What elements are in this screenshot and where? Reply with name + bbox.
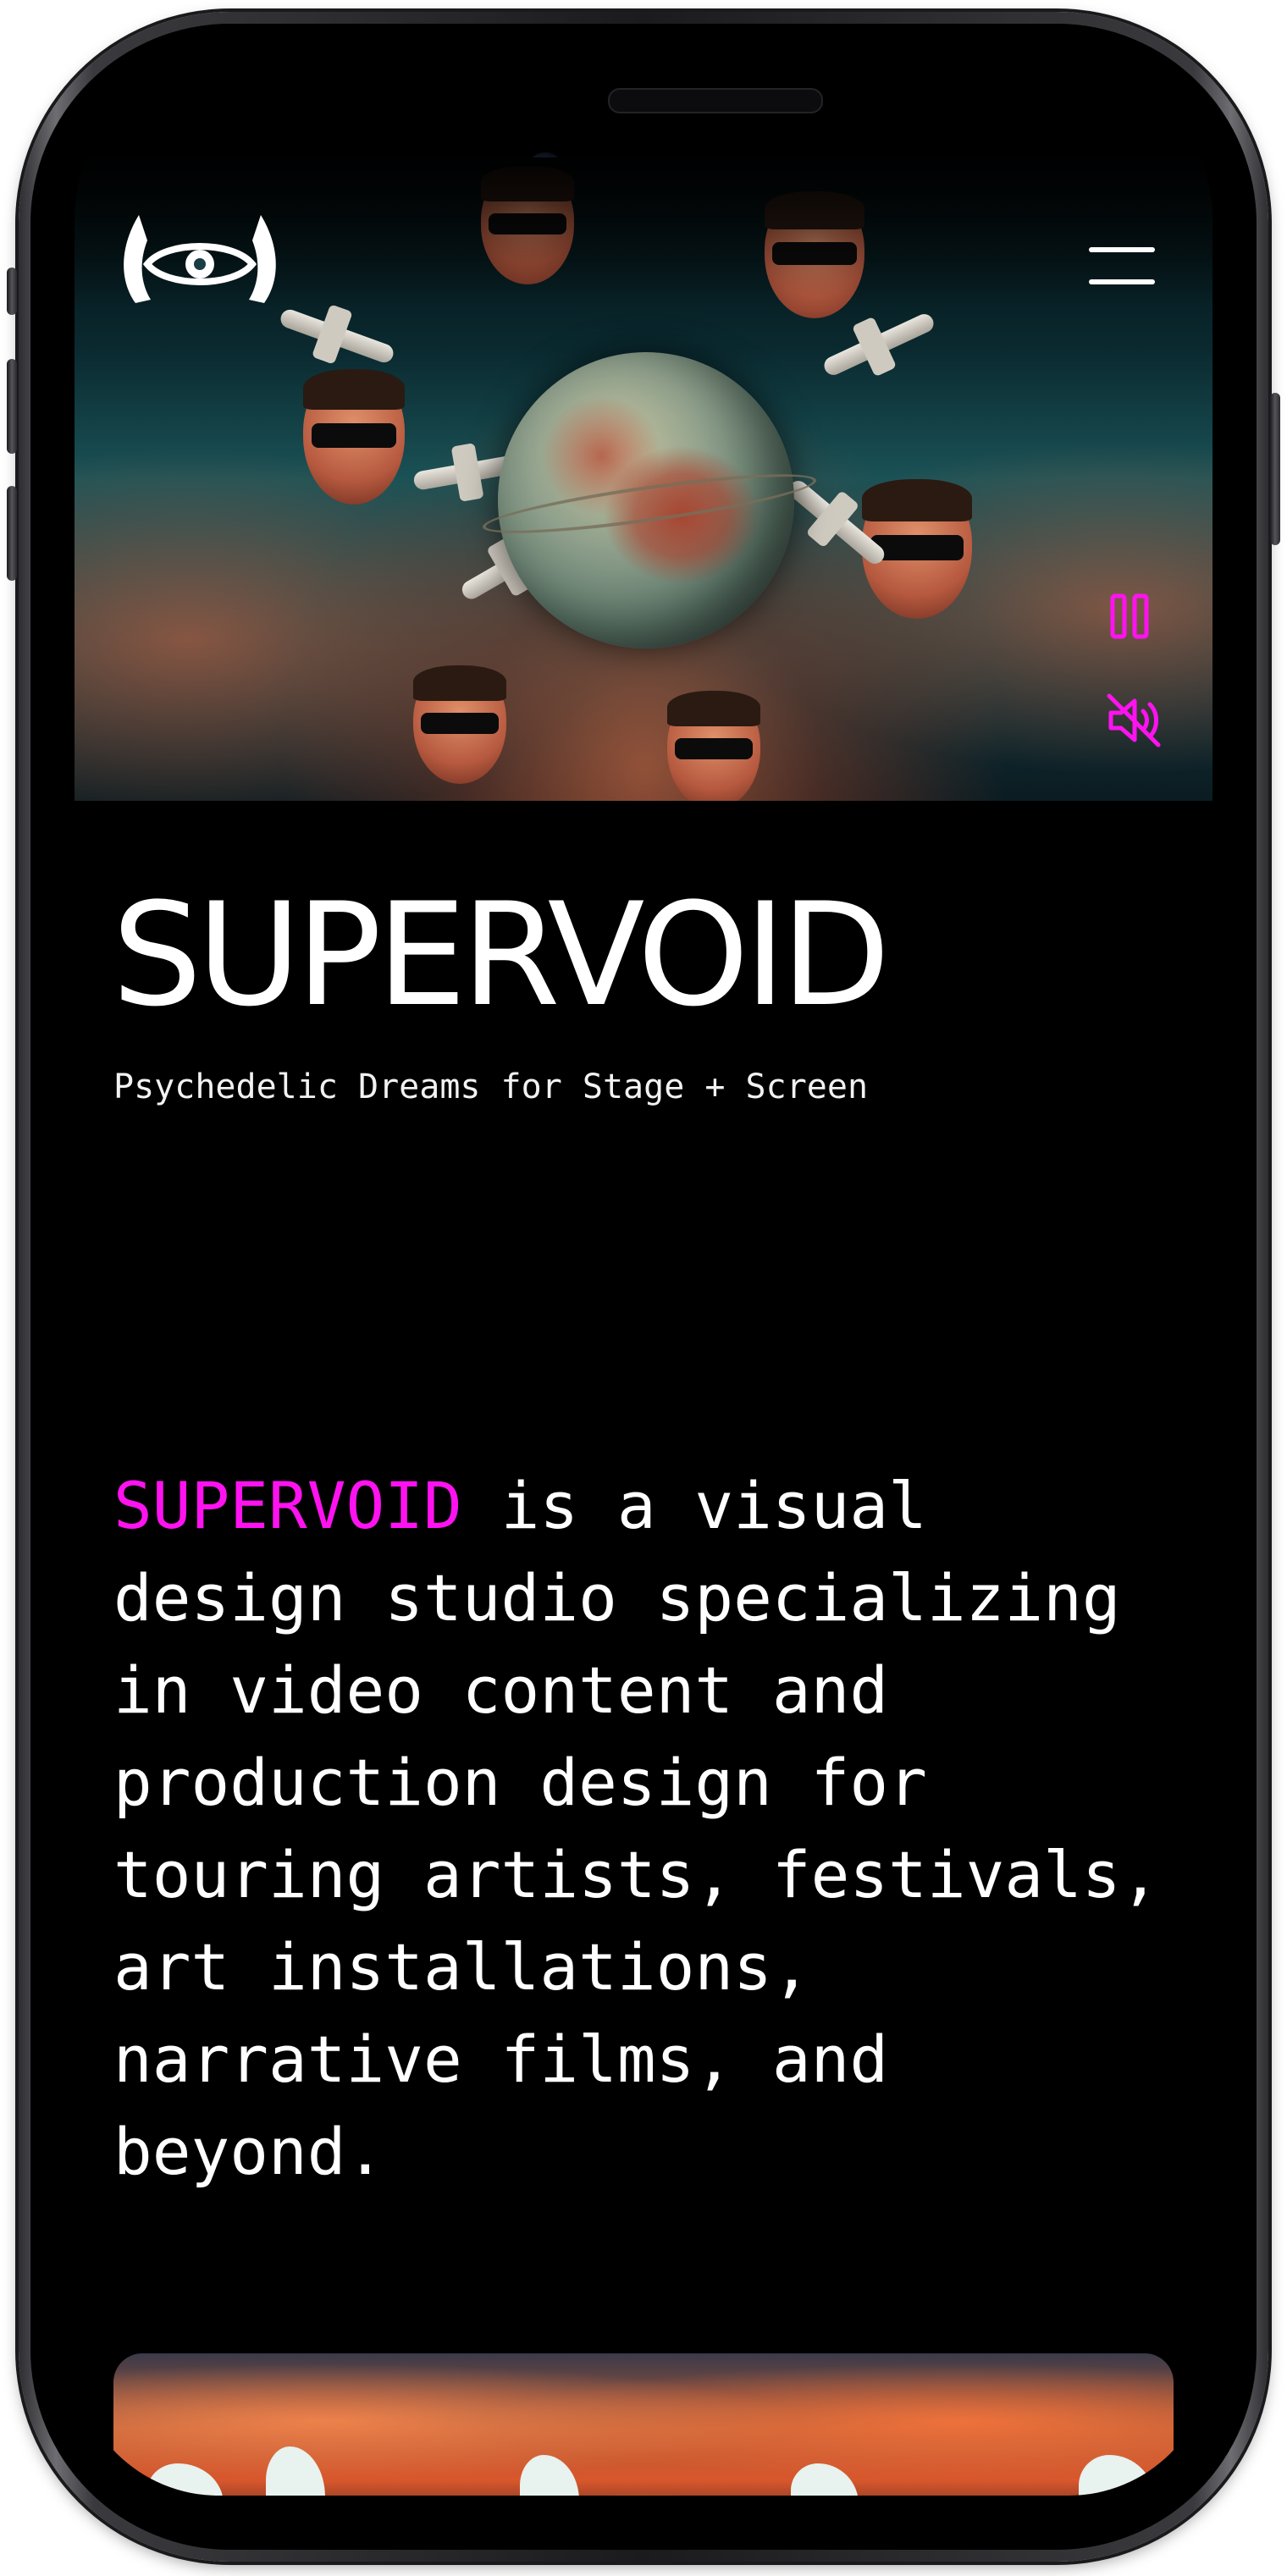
pause-icon bbox=[1132, 593, 1149, 639]
card-figure bbox=[266, 2446, 325, 2496]
hero-face bbox=[667, 691, 760, 801]
tagline: Psychedelic Dreams for Stage + Screen bbox=[113, 1067, 869, 1106]
pause-icon bbox=[1110, 593, 1127, 639]
card-figure bbox=[147, 2463, 224, 2496]
intro-brand-highlight: SUPERVOID bbox=[113, 1468, 462, 1543]
volume-up-button bbox=[7, 359, 17, 454]
power-button bbox=[1270, 393, 1280, 545]
action-button bbox=[7, 268, 17, 315]
menu-button[interactable] bbox=[1089, 247, 1155, 288]
hero-face bbox=[413, 665, 506, 784]
intro-text: is a visual design studio specializing i… bbox=[113, 1468, 1160, 2189]
project-card[interactable] bbox=[113, 2353, 1174, 2496]
card-figure bbox=[1079, 2455, 1155, 2496]
pause-button[interactable] bbox=[1109, 593, 1150, 640]
phone-screen: SUPERVOID Psychedelic Dreams for Stage +… bbox=[75, 74, 1212, 2496]
earpiece-speaker bbox=[608, 88, 823, 113]
intro-paragraph: SUPERVOID is a visual design studio spec… bbox=[113, 1459, 1180, 2198]
volume-down-button bbox=[7, 486, 17, 581]
hero-face bbox=[303, 369, 405, 505]
hamburger-icon bbox=[1089, 279, 1155, 284]
hero-plane bbox=[820, 311, 937, 378]
hero-plane bbox=[278, 306, 396, 366]
speaker-muted-icon bbox=[1107, 693, 1161, 747]
supervoid-logo[interactable] bbox=[113, 212, 286, 312]
hamburger-icon bbox=[1089, 247, 1155, 252]
mute-button[interactable] bbox=[1104, 691, 1163, 750]
card-figure bbox=[520, 2455, 579, 2496]
page-title: SUPERVOID bbox=[112, 872, 891, 1038]
card-figure bbox=[791, 2463, 859, 2496]
